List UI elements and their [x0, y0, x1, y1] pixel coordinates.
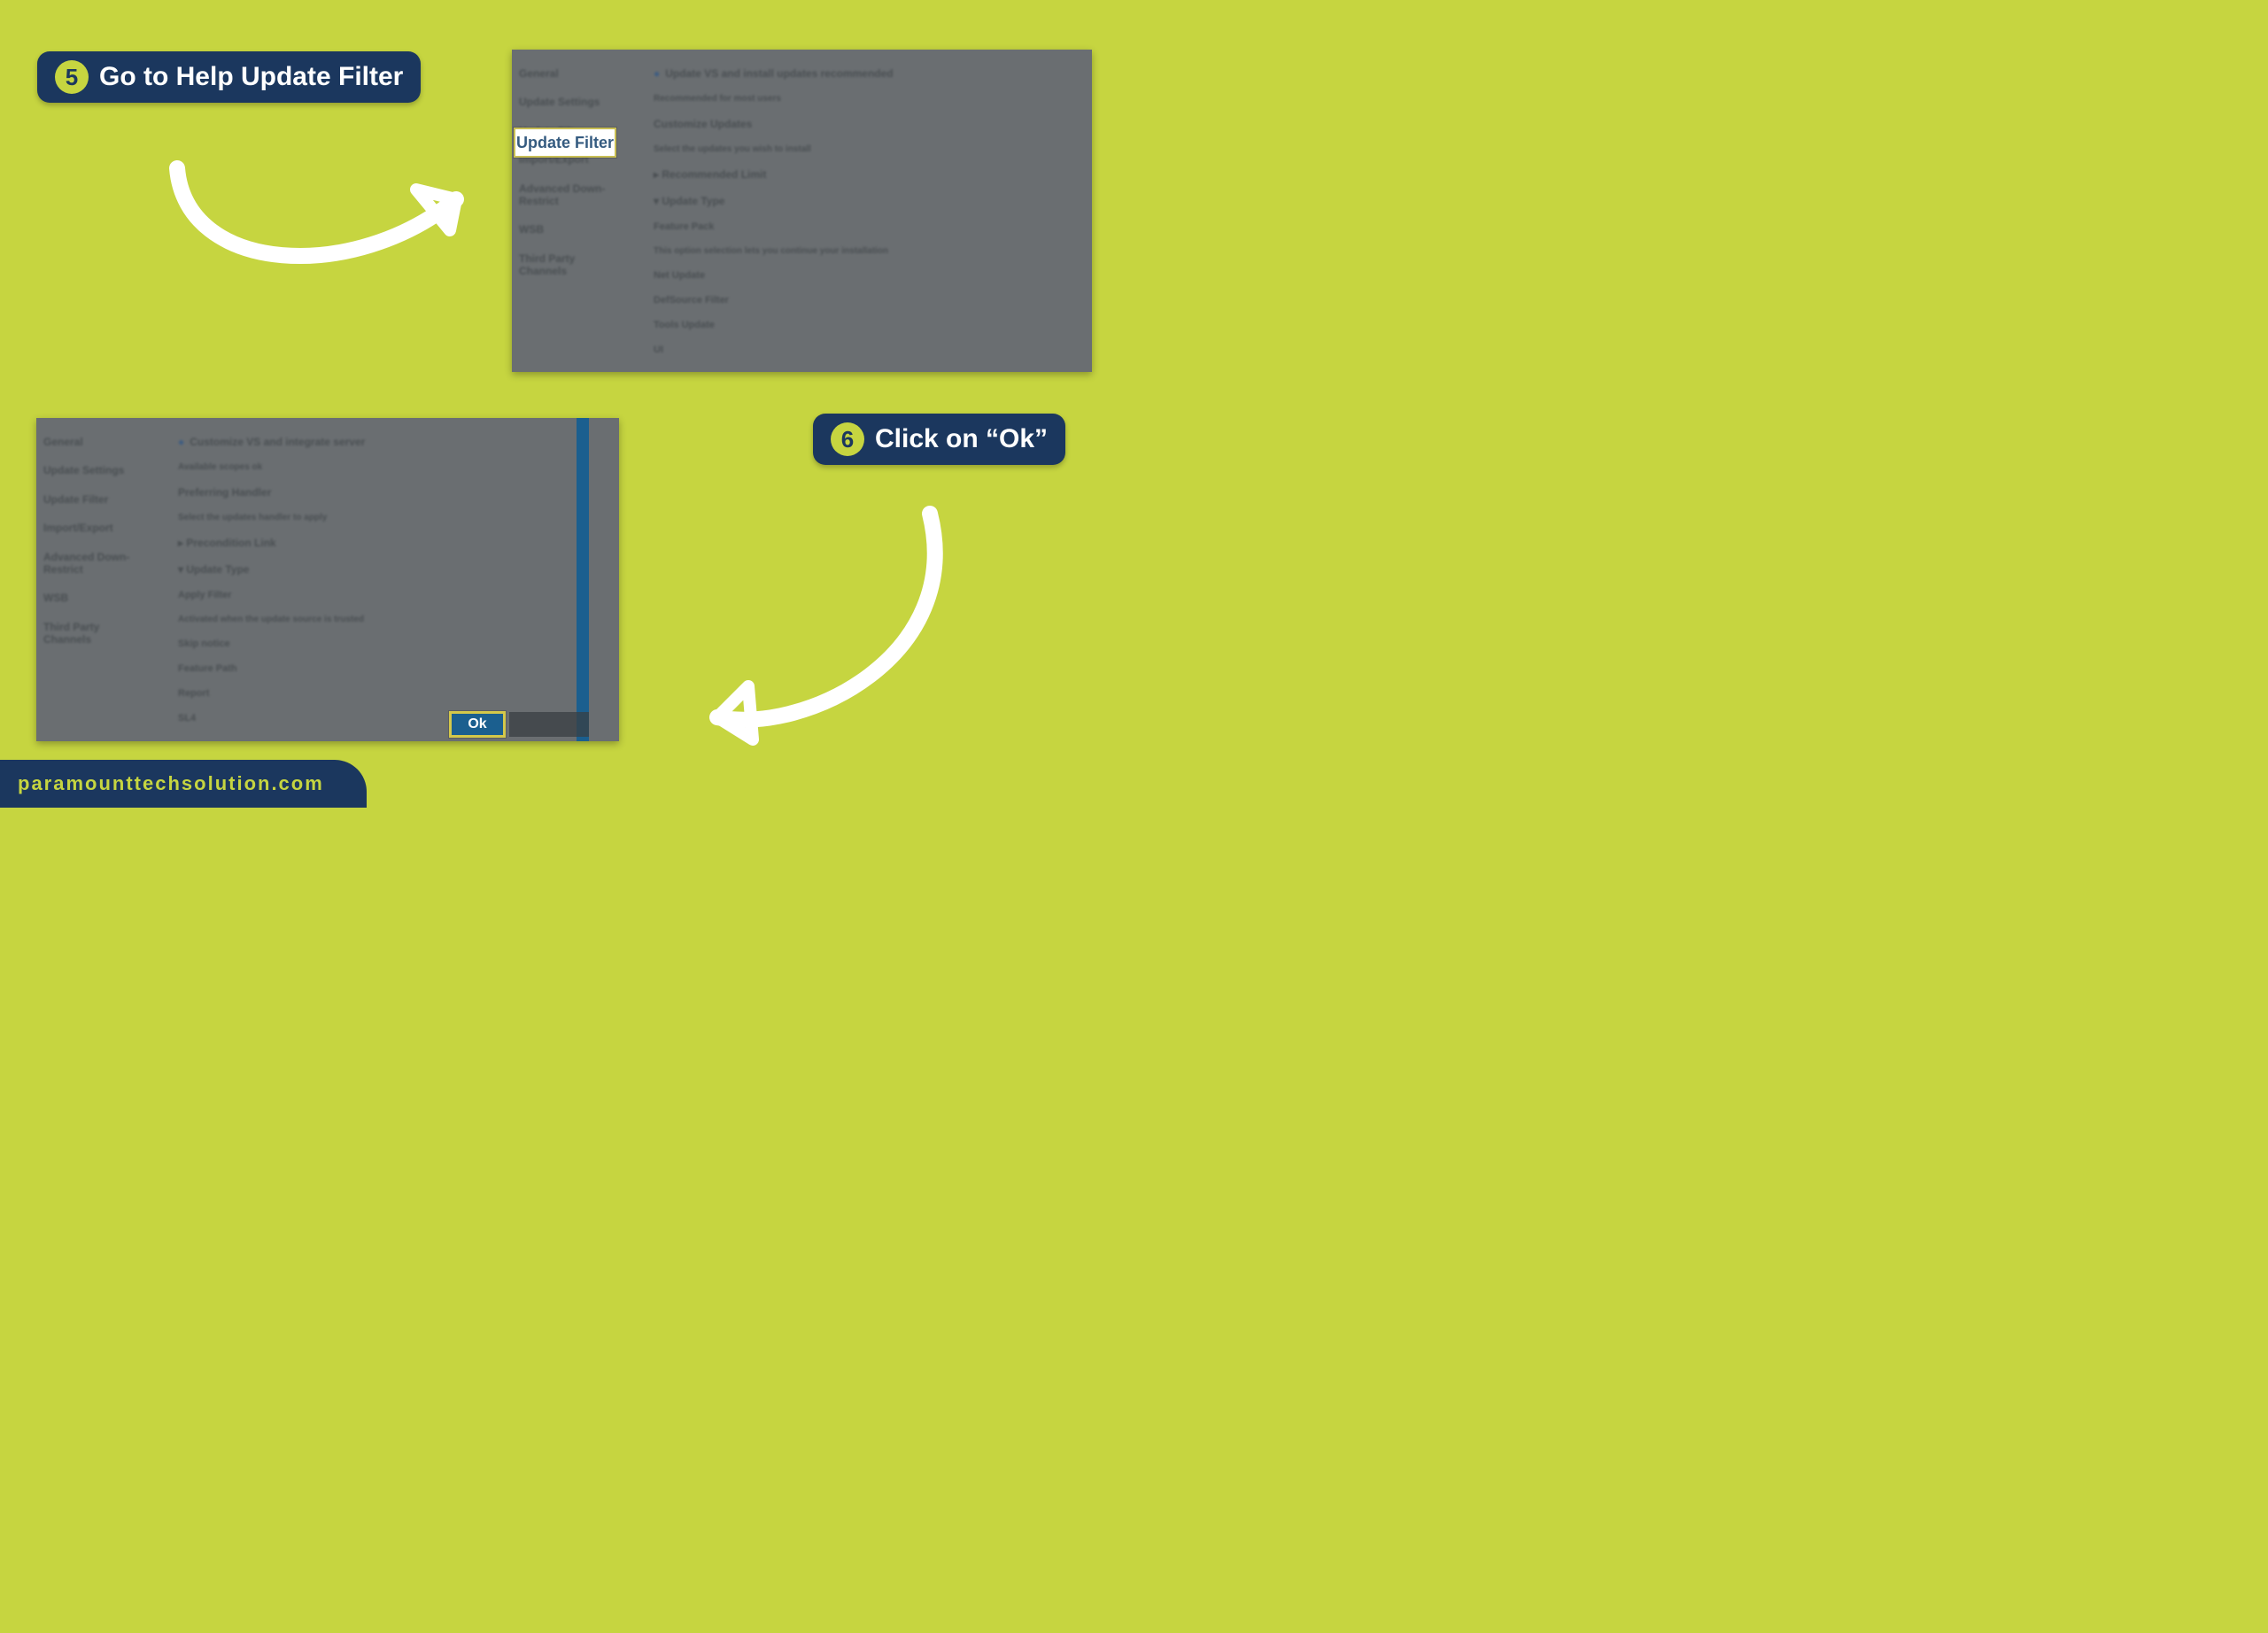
body-row: UI — [654, 344, 1061, 355]
body-row: Customize VS and integrate server — [178, 436, 585, 448]
cancel-button-blurred — [509, 712, 589, 737]
sidebar-item: General — [43, 436, 150, 448]
screenshot-step-6: General Update Settings Update Filter Im… — [36, 418, 619, 741]
body-row: Feature Pack — [654, 221, 1061, 232]
body-row: Recommended for most users — [654, 94, 1061, 104]
step-6-callout: 6 Click on “Ok” — [813, 414, 1065, 465]
sidebar-item: Update Settings — [519, 96, 625, 108]
arrow-step-5 — [151, 133, 505, 310]
sidebar-item: Update Filter — [43, 493, 150, 506]
sidebar-item: Update Settings — [43, 464, 150, 476]
sidebar-item: Third Party Channels — [519, 252, 625, 278]
body-row: Feature Path — [178, 663, 585, 674]
step-5-number-badge: 5 — [55, 60, 89, 94]
step-6-text: Click on “Ok” — [875, 424, 1048, 454]
step-5-callout: 5 Go to Help Update Filter — [37, 51, 421, 103]
body-row: Update VS and install updates recommende… — [654, 67, 1061, 80]
sidebar-item: Advanced Down-Restrict — [519, 182, 625, 208]
footer-site-link[interactable]: paramounttechsolution.com — [0, 760, 367, 808]
body-row: Update Type — [654, 195, 1061, 207]
sidebar-item: WSB — [43, 592, 150, 604]
sidebar-item: General — [519, 67, 625, 80]
sidebar-item: Import/Export — [43, 522, 150, 534]
body-row: Recommended Limit — [654, 168, 1061, 181]
body-row: Tools Update — [654, 320, 1061, 330]
body-row: Customize Updates — [654, 118, 1061, 130]
ok-button-highlight[interactable]: Ok — [449, 711, 506, 738]
screenshot-b-body: Customize VS and integrate server Availa… — [178, 436, 585, 724]
sidebar-item: Third Party Channels — [43, 621, 150, 646]
update-filter-highlight[interactable]: Update Filter — [514, 128, 616, 158]
body-row: Select the updates you wish to install — [654, 144, 1061, 154]
body-row: This option selection lets you continue … — [654, 246, 1061, 256]
sidebar-item: Advanced Down-Restrict — [43, 551, 150, 577]
screenshot-a-sidebar: General Update Settings Update Filter Im… — [519, 67, 625, 278]
sidebar-item: WSB — [519, 223, 625, 236]
body-row: Precondition Link — [178, 537, 585, 549]
screenshot-step-5: General Update Settings Update Filter Im… — [512, 50, 1092, 372]
body-row: Report — [178, 688, 585, 699]
screenshot-a-body: Update VS and install updates recommende… — [654, 67, 1061, 355]
arrow-step-6 — [664, 496, 965, 762]
body-row: Net Update — [654, 270, 1061, 281]
step-6-number-badge: 6 — [831, 422, 864, 456]
step-5-text: Go to Help Update Filter — [99, 62, 403, 92]
body-row: DefSource Filter — [654, 295, 1061, 306]
body-row: Preferring Handler — [178, 486, 585, 499]
body-row: Activated when the update source is trus… — [178, 615, 585, 624]
body-row: Skip notice — [178, 638, 585, 649]
body-row: Select the updates handler to apply — [178, 513, 585, 522]
body-row: Update Type — [178, 563, 585, 576]
body-row: Apply Filter — [178, 590, 585, 600]
screenshot-b-sidebar: General Update Settings Update Filter Im… — [43, 436, 150, 646]
body-row: Available scopes ok — [178, 462, 585, 472]
